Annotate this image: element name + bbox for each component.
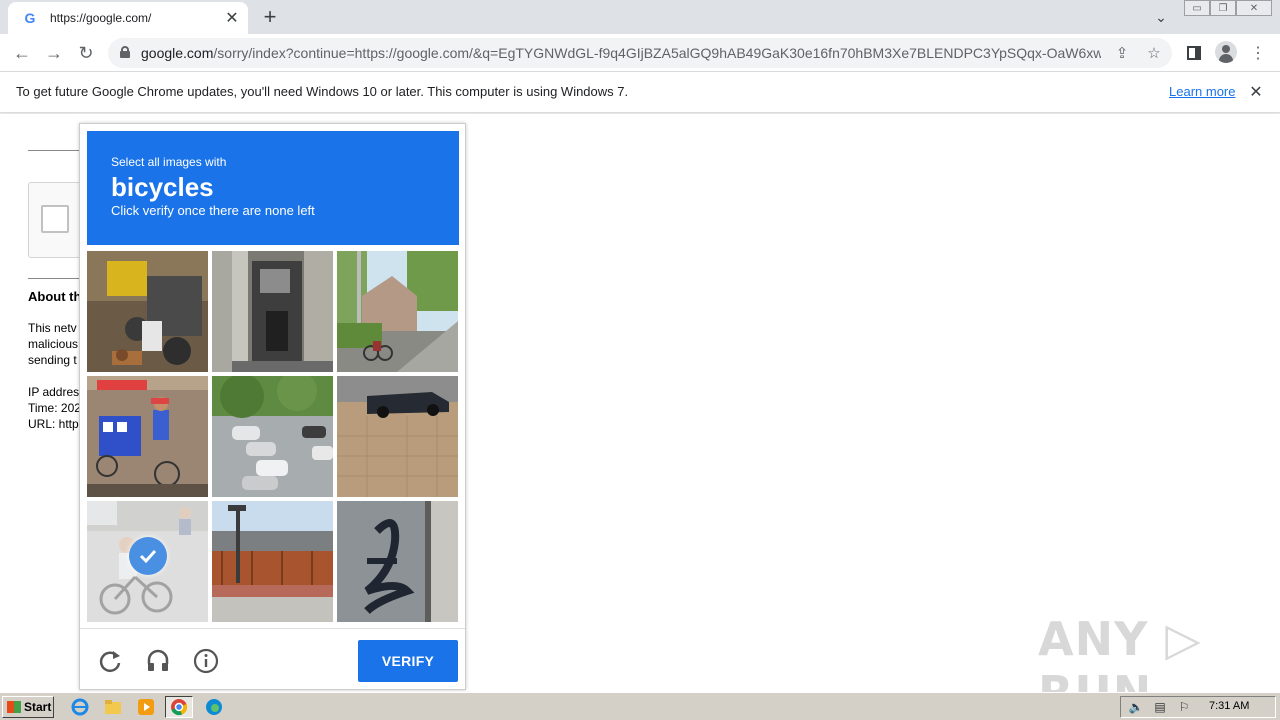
captcha-tile-1[interactable] bbox=[87, 251, 208, 372]
tab-search-chevron-icon[interactable]: ⌄ bbox=[1150, 6, 1172, 28]
learn-more-link[interactable]: Learn more bbox=[1169, 84, 1235, 99]
screen: G https://google.com/ ✕ + ⌄ ▭ ❐ ✕ ← → ↻ … bbox=[0, 0, 1280, 720]
page-text-line: URL: http bbox=[28, 417, 79, 431]
checkmark-icon bbox=[129, 537, 167, 575]
infobar-close-icon[interactable]: ✕ bbox=[1246, 82, 1266, 102]
media-player-icon[interactable] bbox=[132, 696, 160, 718]
action-center-flag-icon[interactable]: ⚐ bbox=[1175, 699, 1193, 715]
captcha-challenge: Select all images with bicycles Click ve… bbox=[79, 123, 466, 690]
system-tray: 🔈 ▤ ⚐ 7:31 AM bbox=[1120, 696, 1276, 718]
page-text-line: This netv bbox=[28, 321, 77, 335]
bookmark-star-icon[interactable]: ☆ bbox=[1144, 43, 1164, 63]
captcha-header: Select all images with bicycles Click ve… bbox=[87, 131, 459, 245]
tab-strip: G https://google.com/ ✕ + ⌄ ▭ ❐ ✕ bbox=[0, 0, 1280, 34]
internet-explorer-icon[interactable] bbox=[66, 696, 94, 718]
page-text-line: IP addres bbox=[28, 385, 80, 399]
chrome-taskbar-icon[interactable] bbox=[165, 696, 193, 718]
share-icon[interactable]: ⇪ bbox=[1112, 43, 1132, 63]
network-icon[interactable]: ▤ bbox=[1151, 699, 1169, 715]
close-window-button[interactable]: ✕ bbox=[1236, 0, 1272, 16]
verify-button[interactable]: VERIFY bbox=[358, 640, 458, 682]
tab-title: https://google.com/ bbox=[50, 11, 152, 25]
browser-tab[interactable]: G https://google.com/ ✕ bbox=[8, 2, 248, 34]
side-panel-icon[interactable] bbox=[1182, 41, 1206, 65]
reload-icon[interactable]: ↻ bbox=[74, 41, 98, 65]
address-bar[interactable]: google.com/sorry/index?continue=https://… bbox=[108, 38, 1172, 68]
info-icon[interactable] bbox=[191, 646, 221, 676]
restore-button[interactable]: ❐ bbox=[1210, 0, 1236, 16]
lock-icon[interactable] bbox=[120, 46, 130, 58]
captcha-tile-2[interactable] bbox=[212, 251, 333, 372]
url-host: google.com bbox=[141, 45, 214, 61]
captcha-tile-9[interactable] bbox=[337, 501, 458, 622]
tab-close-icon[interactable]: ✕ bbox=[222, 8, 242, 28]
minimize-button[interactable]: ▭ bbox=[1184, 0, 1210, 16]
captcha-tile-3[interactable] bbox=[337, 251, 458, 372]
captcha-tile-4[interactable] bbox=[87, 376, 208, 497]
clock[interactable]: 7:31 AM bbox=[1209, 700, 1249, 712]
start-label: Start bbox=[24, 700, 52, 714]
captcha-tile-6[interactable] bbox=[337, 376, 458, 497]
update-infobar: To get future Google Chrome updates, you… bbox=[0, 72, 1280, 113]
menu-kebab-icon[interactable]: ⋮ bbox=[1246, 41, 1270, 65]
captcha-tile-7[interactable] bbox=[87, 501, 208, 622]
page-text-line: sending t bbox=[28, 353, 77, 367]
page-text-line: malicious bbox=[28, 337, 79, 351]
reload-challenge-icon[interactable] bbox=[95, 646, 125, 676]
windows-flag-icon bbox=[7, 701, 21, 713]
recaptcha-checkbox[interactable] bbox=[41, 205, 69, 233]
volume-icon[interactable]: 🔈 bbox=[1127, 699, 1145, 715]
edge-icon[interactable] bbox=[200, 696, 228, 718]
about-heading: About th bbox=[28, 289, 82, 304]
captcha-sub-instruction: Click verify once there are none left bbox=[111, 203, 315, 218]
captcha-tile-8[interactable] bbox=[212, 501, 333, 622]
google-favicon-icon: G bbox=[24, 10, 36, 26]
forward-arrow-icon[interactable]: → bbox=[42, 41, 66, 65]
url-path: /sorry/index?continue=https://google.com… bbox=[213, 45, 1101, 61]
back-arrow-icon[interactable]: ← bbox=[10, 41, 34, 65]
captcha-footer-divider bbox=[80, 628, 465, 629]
browser-toolbar: ← → ↻ google.com/sorry/index?continue=ht… bbox=[0, 34, 1280, 72]
profile-avatar-icon[interactable] bbox=[1215, 41, 1237, 63]
url-text[interactable]: google.com/sorry/index?continue=https://… bbox=[141, 45, 1101, 61]
captcha-target-object: bicycles bbox=[111, 172, 214, 202]
page-text-line: Time: 202 bbox=[28, 401, 81, 415]
windows-taskbar: Start 🔈 ▤ ⚐ 7:31 AM bbox=[0, 692, 1280, 720]
start-button[interactable]: Start bbox=[2, 696, 54, 718]
captcha-instruction: Select all images with bbox=[111, 155, 227, 169]
file-explorer-icon[interactable] bbox=[99, 696, 127, 718]
infobar-message: To get future Google Chrome updates, you… bbox=[16, 84, 629, 99]
new-tab-button[interactable]: + bbox=[258, 4, 282, 29]
audio-challenge-headphones-icon[interactable] bbox=[143, 646, 173, 676]
captcha-tile-5[interactable] bbox=[212, 376, 333, 497]
